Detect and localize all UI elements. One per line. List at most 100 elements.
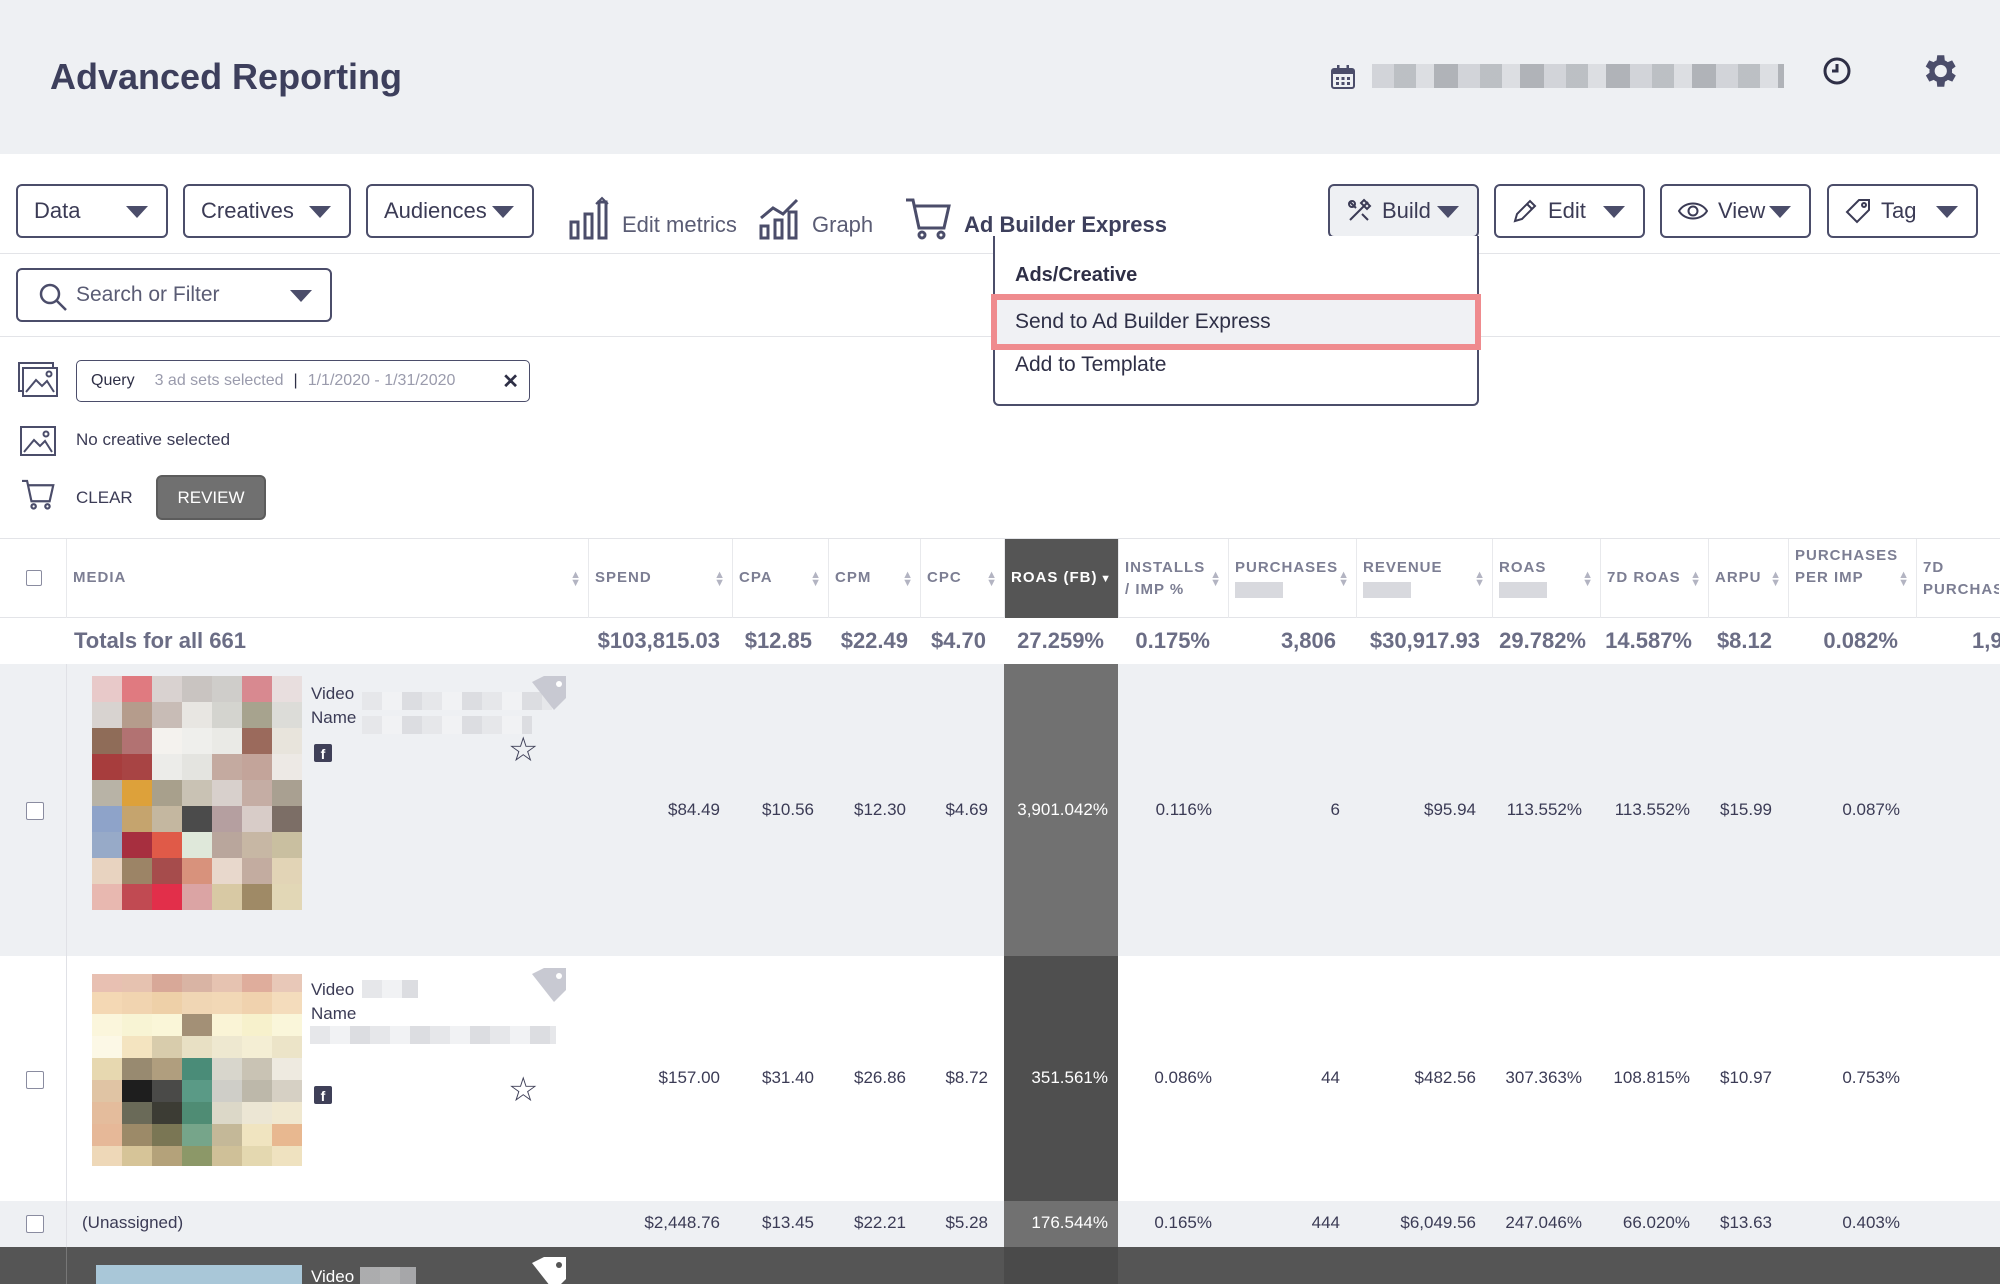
graph-button[interactable]: Graph [758,184,873,240]
search-filter-dropdown[interactable]: Search or Filter [16,268,332,322]
row-checkbox[interactable] [26,802,44,820]
view-dropdown-label: View [1718,198,1766,223]
column-header-roas-fb[interactable]: ROAS (FB) ▼ [1004,539,1118,619]
chevron-down-icon [1936,206,1958,218]
menu-item-add-to-template[interactable]: Add to Template [995,344,1477,386]
gear-icon[interactable] [1918,50,1960,92]
totals-revenue: $30,917.93 [1369,628,1480,653]
cell-purchases: 44 [1321,1068,1340,1087]
media-thumbnail[interactable] [92,974,302,1166]
tag-dropdown[interactable]: Tag [1827,184,1978,238]
table-row[interactable]: (Unassigned) $2,448.76 $13.45 $22.21 $5.… [0,1201,2000,1247]
totals-roas: 29.782% [1499,628,1586,653]
audiences-dropdown[interactable]: Audiences [366,184,534,238]
date-range-picker[interactable] [1372,64,1784,88]
clear-button[interactable]: CLEAR [76,488,133,508]
image-icon [20,426,56,456]
column-header-purchases-per-imp[interactable]: PURCHASES PER IMP ▲ ▼ [1788,539,1916,619]
pencil-icon [1512,198,1538,224]
cell-cpm: $12.30 [854,800,906,819]
totals-7d-purchases: 1,9 [1972,628,2000,653]
table-row[interactable]: Video [0,1247,2000,1284]
redacted-subtitle [1499,582,1547,599]
media-thumbnail[interactable] [92,676,302,910]
totals-installs: 0.175% [1135,628,1210,653]
column-header-arpu[interactable]: ARPU ▲ ▼ [1708,539,1788,619]
column-header-7d-purchases[interactable]: 7D PURCHAS [1916,539,2000,619]
row-divider [66,664,67,956]
build-dropdown-label: Build [1382,198,1431,223]
table-header: MEDIA ▲ ▼ SPEND ▲ ▼ CPA ▲ ▼ CPM ▲ ▼ CPC ▲ ▼ ROAS (… [0,538,2000,619]
cell-installs: 0.116% [1155,800,1212,819]
column-label: CPM [835,569,872,586]
column-label: 7D PURCHAS [1923,559,1999,598]
totals-purchases: 3,806 [1280,628,1336,653]
table-row[interactable]: Video Name f ☆ $84.49 $10.56 $12.30 $4.6… [0,664,2000,956]
column-header-roas[interactable]: ROAS ▲ ▼ [1492,539,1600,619]
redacted-media-name [362,716,532,734]
ad-builder-express-button[interactable]: Ad Builder Express [904,184,1167,240]
media-name: Name [311,708,357,727]
select-all-checkbox[interactable] [26,570,42,586]
menu-item-send-to-ad-builder-express[interactable]: Send to Ad Builder Express [991,294,1481,350]
media-thumbnail[interactable] [96,1265,302,1284]
chevron-down-icon [1769,206,1791,218]
column-header-7d-roas[interactable]: 7D ROAS ▲ ▼ [1600,539,1708,619]
column-header-cpc[interactable]: CPC ▲ ▼ [920,539,1004,619]
row-checkbox[interactable] [26,1071,44,1089]
media-name: Name [311,1004,357,1023]
star-icon[interactable]: ☆ [508,730,538,770]
column-header-revenue[interactable]: REVENUE ▲ ▼ [1356,539,1492,619]
column-label: INSTALLS / IMP % [1125,559,1206,598]
redacted-media-name [310,1026,556,1044]
row-checkbox[interactable] [26,1215,44,1233]
creatives-dropdown[interactable]: Creatives [183,184,351,238]
build-dropdown[interactable]: Build [1328,184,1479,238]
cell-roas: 247.046% [1505,1213,1582,1232]
close-icon[interactable]: ✕ [502,369,519,394]
chevron-down-icon [492,206,514,218]
query-chip[interactable]: Query 3 ad sets selected | 1/1/2020 - 1/… [76,360,530,402]
column-header-cpa[interactable]: CPA ▲ ▼ [732,539,828,619]
history-clock-icon[interactable] [1822,56,1852,86]
image-stack-icon [18,362,58,397]
edit-metrics-button[interactable]: Edit metrics [568,184,737,240]
tag-icon[interactable] [530,1257,570,1284]
table-row[interactable]: Video Name f ☆ $157.00 $31.40 $26.86 $8.… [0,956,2000,1201]
data-dropdown[interactable]: Data [16,184,168,238]
cell-arpu: $15.99 [1720,800,1772,819]
calendar-icon[interactable] [1330,64,1356,90]
totals-row: Totals for all 661 $103,815.03 $12.85 $2… [0,618,2000,664]
tag-icon[interactable] [530,676,570,710]
column-label: SPEND [595,569,652,586]
media-info: Video Name [311,682,356,730]
cell-7d-roas: 66.020% [1622,1213,1690,1232]
cell-cpm: $26.86 [854,1068,906,1087]
tag-icon[interactable] [530,968,570,1002]
review-button[interactable]: REVIEW [156,475,266,520]
column-label: ARPU [1715,569,1762,586]
cell-cpc: $4.69 [945,800,988,819]
chevron-down-icon [309,206,331,218]
column-header-installs-imp[interactable]: INSTALLS / IMP % ▲ ▼ [1118,539,1228,619]
column-header-spend[interactable]: SPEND ▲ ▼ [588,539,732,619]
star-icon[interactable]: ☆ [508,1070,538,1110]
totals-arpu: $8.12 [1716,628,1772,653]
row-divider [66,1201,67,1247]
media-info: Video Name [311,978,356,1026]
column-header-media[interactable]: MEDIA ▲ ▼ [66,539,588,619]
cell-purchases: 6 [1330,800,1340,819]
cell-spend: $157.00 [658,1068,720,1087]
cell-roas: 307.363% [1505,1068,1582,1087]
redacted-media-name [362,980,418,998]
cell-revenue: $95.94 [1424,800,1476,819]
redacted-media-name [362,692,552,710]
sort-icon: ▲ ▼ [1210,569,1222,589]
column-header-cpm[interactable]: CPM ▲ ▼ [828,539,920,619]
bar-chart-icon [568,196,610,240]
totals-purchases-per-imp: 0.082% [1823,628,1898,653]
column-header-purchases[interactable]: PURCHASES ▲ ▼ [1228,539,1356,619]
view-dropdown[interactable]: View [1660,184,1811,238]
edit-dropdown[interactable]: Edit [1494,184,1645,238]
sort-icon: ▲ ▼ [1690,569,1702,589]
